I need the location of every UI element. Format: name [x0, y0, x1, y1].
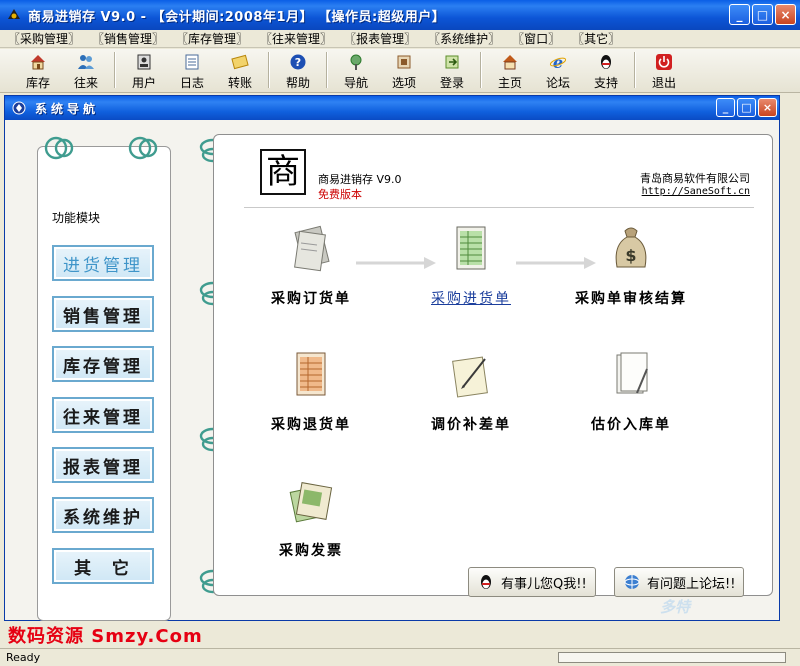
nav-close-button[interactable]: × — [758, 98, 777, 117]
toolbar-forum-button[interactable]: e 论坛 — [534, 49, 582, 91]
toolbar-log-button[interactable]: 日志 — [168, 49, 216, 91]
options-icon — [395, 53, 413, 71]
company-url-link[interactable]: http://SaneSoft.cn — [642, 186, 750, 197]
navigation-window-icon — [12, 101, 26, 115]
minimize-button[interactable]: _ — [729, 4, 750, 25]
toolbar-home-button[interactable]: 主页 — [486, 49, 534, 91]
svg-text:$: $ — [625, 246, 636, 265]
status-progress-bar — [558, 652, 786, 663]
toolbar-user-button[interactable]: 用户 — [120, 49, 168, 91]
module-system-button[interactable]: 系统维护 — [52, 497, 154, 533]
company-logo: 商 — [260, 149, 306, 195]
purchase-return-item[interactable]: 采购退货单 — [236, 349, 386, 434]
toolbar-separator — [634, 52, 636, 88]
status-bar: Ready — [0, 648, 800, 666]
nav-minimize-button[interactable]: _ — [716, 98, 735, 117]
forum-icon — [624, 575, 640, 589]
purchase-settlement-item[interactable]: $ 采购单审核结算 — [556, 223, 706, 308]
return-icon — [296, 352, 326, 396]
people-icon — [77, 53, 95, 71]
toolbar-navigate-button[interactable]: 导航 — [332, 49, 380, 91]
toolbar-separator — [480, 52, 482, 88]
contact-qq-button[interactable]: 有事儿您Q我!! — [468, 567, 596, 597]
module-panel: 功能模块 进货管理 销售管理 库存管理 往来管理 报表管理 系统维护 其 它 — [37, 136, 171, 621]
purchase-order-item[interactable]: 采购订货单 — [236, 223, 386, 308]
adjust-icon — [452, 356, 488, 398]
module-reports-button[interactable]: 报表管理 — [52, 447, 154, 483]
price-adjustment-item[interactable]: 调价补差单 — [396, 349, 546, 434]
invoice-icon — [289, 482, 333, 523]
menu-window[interactable]: 〖窗口〗 — [512, 30, 560, 47]
product-name: 商易进销存 V9.0 — [318, 173, 402, 186]
watermark-logo: 多特 — [660, 598, 691, 616]
watermark-text: 数码资源 Smzy.Com — [8, 626, 203, 647]
user-icon — [135, 53, 153, 71]
estimate-stock-in-item[interactable]: 估价入库单 — [556, 349, 706, 434]
exit-icon — [655, 53, 673, 71]
module-accounts-button[interactable]: 往来管理 — [52, 397, 154, 433]
toolbar-help-button[interactable]: ? 帮助 — [274, 49, 322, 91]
menu-inventory[interactable]: 〖库存管理〗 — [176, 30, 248, 47]
receipt-icon — [456, 226, 486, 270]
ie-icon: e — [549, 53, 567, 71]
navigation-window-title: 系统导航 — [35, 101, 100, 116]
house-icon — [29, 53, 47, 71]
toolbar-separator — [268, 52, 270, 88]
transfer-icon — [231, 53, 249, 71]
toolbar-options-button[interactable]: 选项 — [380, 49, 428, 91]
home-icon — [501, 53, 519, 71]
module-other-button[interactable]: 其 它 — [52, 548, 154, 584]
status-text: Ready — [6, 651, 41, 664]
menu-bar: 〖采购管理〗 〖销售管理〗 〖库存管理〗 〖往来管理〗 〖报表管理〗 〖系统维护… — [0, 30, 800, 48]
menu-other[interactable]: 〖其它〗 — [572, 30, 620, 47]
module-purchase-button[interactable]: 进货管理 — [52, 245, 154, 281]
svg-text:e: e — [553, 53, 563, 71]
module-inventory-button[interactable]: 库存管理 — [52, 346, 154, 382]
svg-text:?: ? — [295, 56, 301, 69]
close-button[interactable]: × — [775, 4, 796, 25]
toolbar-transfer-button[interactable]: 转账 — [216, 49, 264, 91]
forum-help-button[interactable]: 有问题上论坛!! — [614, 567, 745, 597]
toolbar-accounts-button[interactable]: 往来 — [62, 49, 110, 91]
toolbar-exit-button[interactable]: 退出 — [640, 49, 688, 91]
maximize-button[interactable]: □ — [752, 4, 773, 25]
purchase-receipt-item[interactable]: 采购进货单 — [396, 223, 546, 308]
qq-icon — [597, 53, 615, 71]
toolbar-separator — [326, 52, 328, 88]
toolbar: 库存 往来 用户 日志 转账 ? 帮助 导航 选项 登录 主页 e 论坛 支持 … — [0, 49, 800, 93]
menu-purchase[interactable]: 〖采购管理〗 — [8, 30, 80, 47]
estimate-icon — [616, 352, 648, 394]
app-icon — [8, 9, 20, 19]
navigation-window: 系统导航 _ □ × 功能模块 进货管理 销售管理 库存管理 往来管理 报表管理… — [4, 95, 780, 621]
menu-system[interactable]: 〖系统维护〗 — [428, 30, 500, 47]
nav-maximize-button[interactable]: □ — [737, 98, 756, 117]
navigation-window-titlebar: 系统导航 _ □ × — [5, 96, 779, 120]
menu-sales[interactable]: 〖销售管理〗 — [92, 30, 164, 47]
login-icon — [443, 53, 461, 71]
order-icon — [294, 225, 330, 272]
menu-accounts[interactable]: 〖往来管理〗 — [260, 30, 332, 47]
divider — [244, 207, 754, 208]
company-name: 青岛商易软件有限公司 — [640, 172, 750, 185]
title-bar: 商易进销存 V9.0 - 【会计期间:2008年1月】 【操作员:超级用户】 _… — [0, 0, 800, 30]
menu-reports[interactable]: 〖报表管理〗 — [344, 30, 416, 47]
moneybag-icon: $ — [615, 227, 647, 268]
toolbar-login-button[interactable]: 登录 — [428, 49, 476, 91]
log-icon — [183, 53, 201, 71]
module-sales-button[interactable]: 销售管理 — [52, 296, 154, 332]
window-title: 商易进销存 V9.0 - 【会计期间:2008年1月】 【操作员:超级用户】 — [28, 9, 446, 25]
module-panel-title: 功能模块 — [52, 211, 101, 225]
product-edition: 免费版本 — [318, 188, 362, 201]
qq-icon — [481, 575, 491, 589]
toolbar-inventory-button[interactable]: 库存 — [14, 49, 62, 91]
toolbar-support-button[interactable]: 支持 — [582, 49, 630, 91]
navigate-icon — [347, 53, 365, 71]
toolbar-separator — [114, 52, 116, 88]
content-panel: 商 商易进销存 V9.0 免费版本 青岛商易软件有限公司 http://Sane… — [213, 134, 773, 597]
help-icon: ? — [289, 53, 307, 71]
binder-ring-icon — [128, 136, 158, 160]
purchase-invoice-item[interactable]: 采购发票 — [236, 475, 386, 560]
binder-ring-icon — [44, 136, 74, 160]
